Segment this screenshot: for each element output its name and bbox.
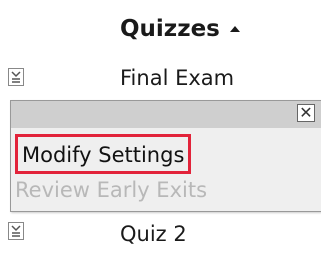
quiz-dropdown-icon[interactable] <box>8 222 24 240</box>
quizzes-column-header[interactable]: Quizzes <box>120 16 240 42</box>
quiz-link-final-exam[interactable]: Final Exam <box>120 66 234 90</box>
quiz-context-menu: ✕ Modify Settings Review Early Exits <box>10 100 321 212</box>
context-menu-titlebar: ✕ <box>11 101 321 128</box>
quizzes-column-title: Quizzes <box>120 16 220 42</box>
close-icon[interactable]: ✕ <box>297 104 315 122</box>
modify-settings-menu-item[interactable]: Modify Settings <box>15 134 192 174</box>
review-early-exits-menu-item: Review Early Exits <box>15 178 208 202</box>
quiz-link-quiz-2[interactable]: Quiz 2 <box>120 222 187 246</box>
sort-ascending-icon <box>229 25 240 32</box>
quiz-dropdown-icon[interactable] <box>8 68 24 86</box>
